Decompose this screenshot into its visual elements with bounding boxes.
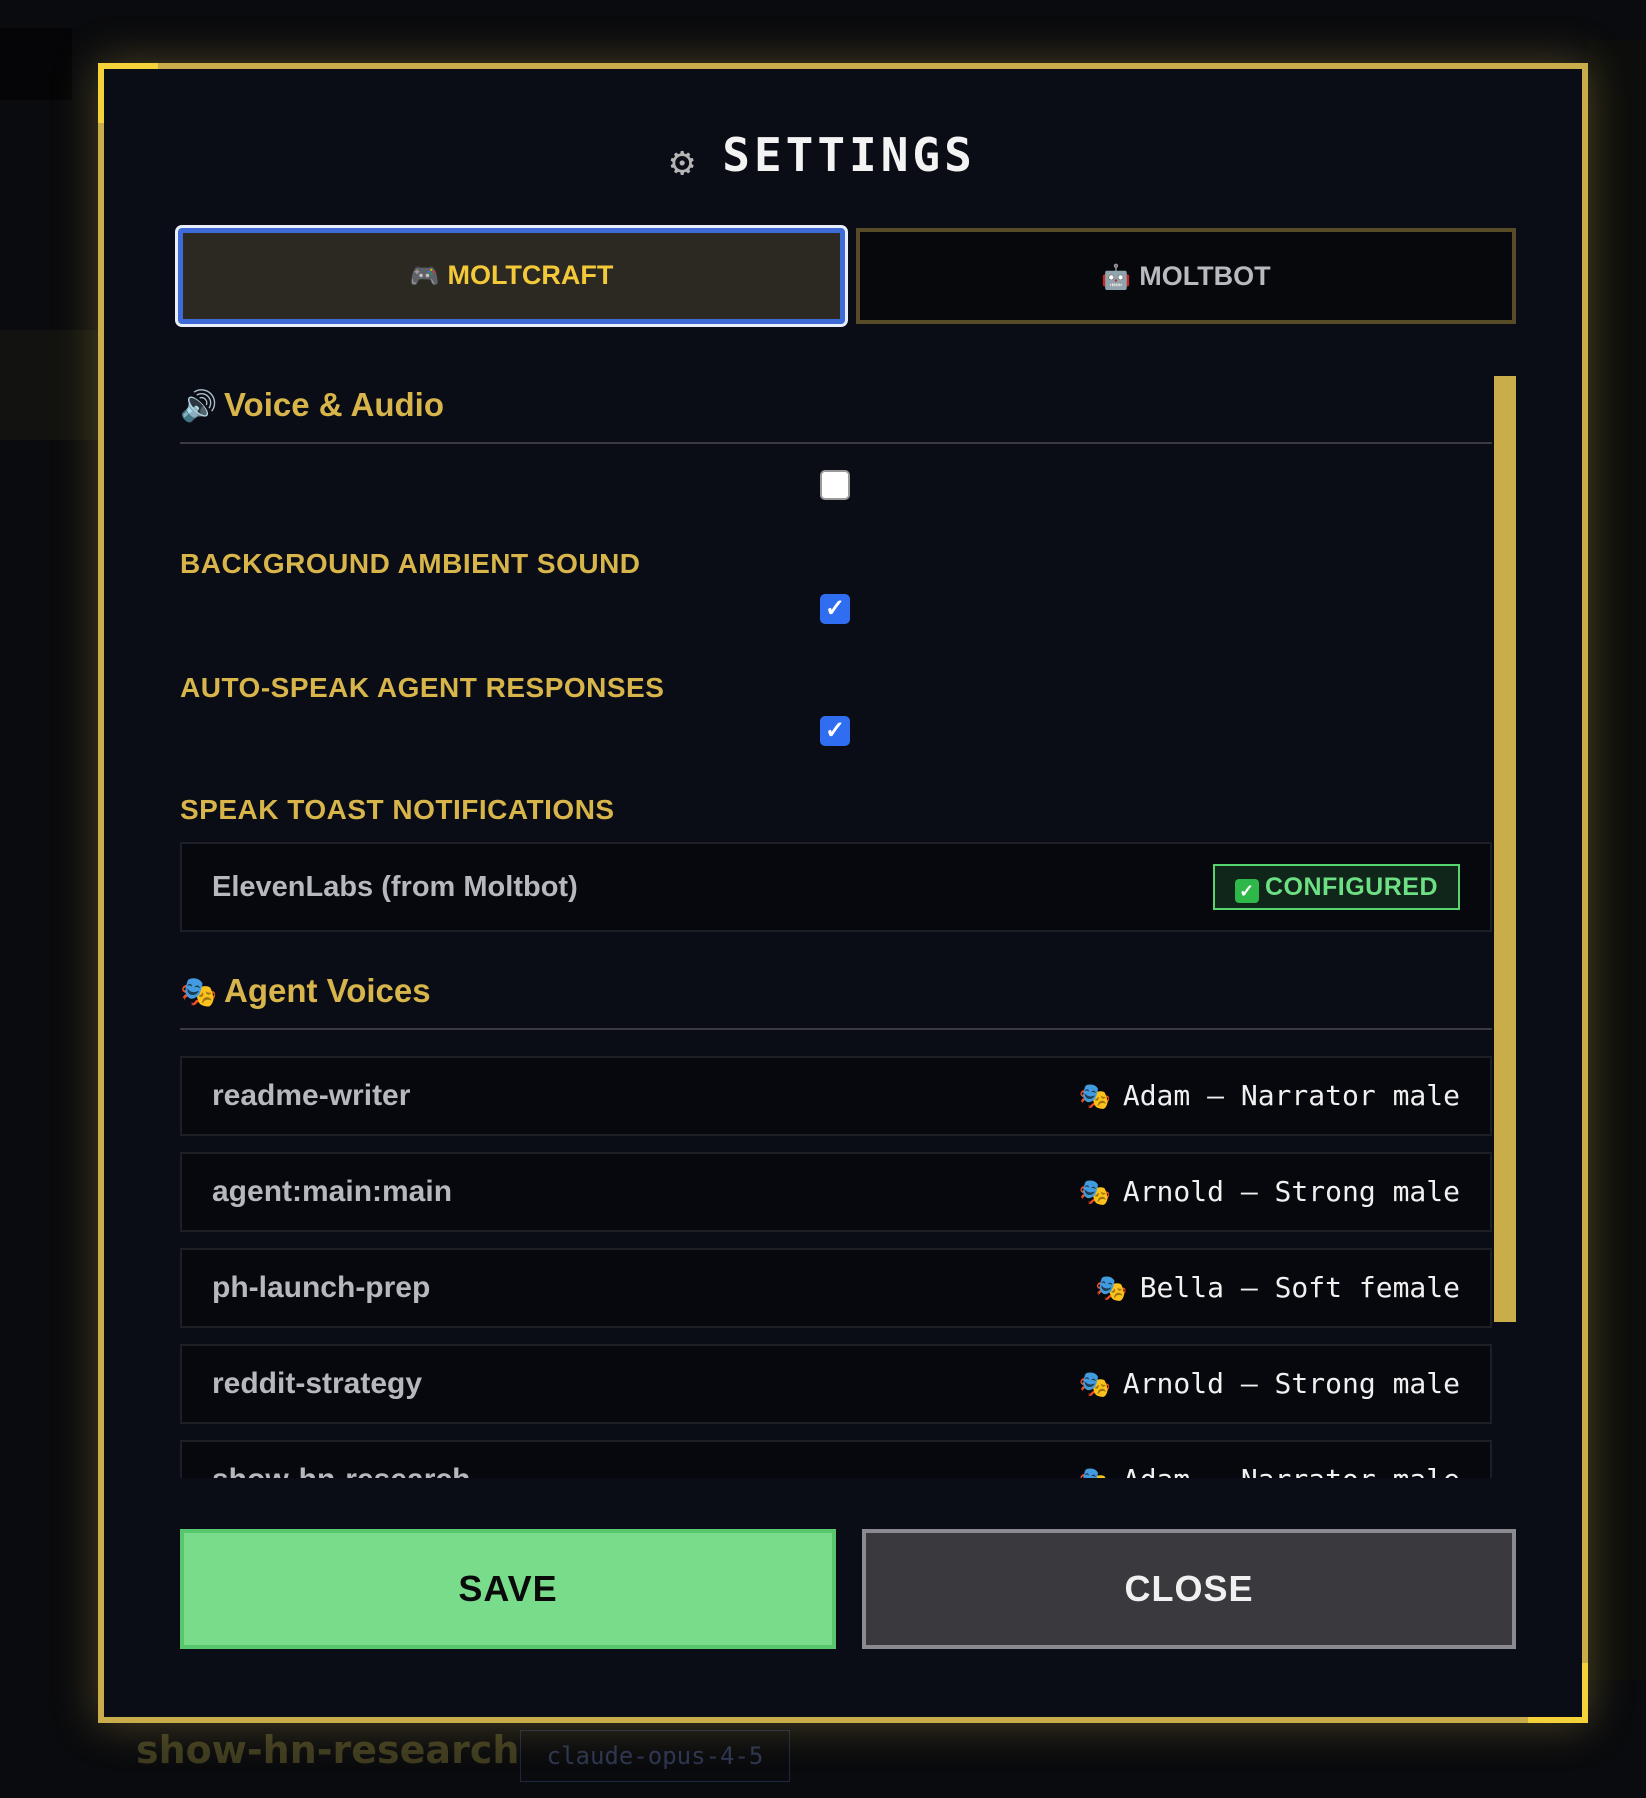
background-ambient-sound-checkbox[interactable] (820, 470, 850, 500)
theater-masks-icon: 🎭 (1078, 1370, 1111, 1400)
agent-name: agent:main:main (212, 1175, 453, 1208)
agent-name: readme-writer (212, 1079, 411, 1112)
tab-moltcraft-label: MOLTCRAFT (447, 260, 614, 290)
voice-name: Adam — Narrator male (1123, 1463, 1460, 1478)
agent-name: show-hn-research (212, 1442, 470, 1478)
voice-selector[interactable]: 🎭 Adam — Narrator male (1078, 1442, 1460, 1478)
status-badge-text: CONFIGURED (1264, 873, 1438, 901)
modal-title: ⚙ SETTINGS (0, 128, 1646, 185)
voice-name: Adam — Narrator male (1122, 1079, 1460, 1112)
theater-masks-icon: 🎭 (1078, 1082, 1111, 1112)
theater-masks-icon: 🎭 (1078, 1443, 1110, 1478)
voice-selector[interactable]: 🎭 Arnold — Strong male (1078, 1154, 1460, 1231)
voice-name: Bella — Soft female (1139, 1271, 1460, 1304)
save-button[interactable]: SAVE (180, 1529, 836, 1649)
modal-corner-decoration (1582, 1663, 1588, 1723)
provider-label: ElevenLabs (from Moltbot) (212, 871, 578, 903)
setting-label: AUTO-SPEAK AGENT RESPONSES (180, 672, 665, 703)
section-title-text: Agent Voices (224, 972, 431, 1009)
checkmark-icon: ✓ (824, 595, 846, 622)
elevenlabs-status-panel: ElevenLabs (from Moltbot) ✓ CONFIGURED (180, 842, 1492, 932)
background-panel (0, 28, 72, 100)
agent-name: reddit-strategy (212, 1367, 423, 1400)
close-button[interactable]: CLOSE (862, 1529, 1516, 1649)
setting-auto-speak-agent-responses: ✓ AUTO-SPEAK AGENT RESPONSES (180, 594, 1180, 704)
section-header-voice-audio: 🔊 Voice & Audio (180, 370, 1492, 444)
voice-name: Arnold — Strong male (1122, 1175, 1460, 1208)
background-model-badge: claude-opus-4-5 (520, 1730, 790, 1782)
modal-title-text: SETTINGS (722, 128, 976, 182)
tab-moltbot[interactable]: 🤖 MOLTBOT (856, 228, 1516, 324)
setting-speak-toast-notifications: ✓ SPEAK TOAST NOTIFICATIONS (180, 716, 1180, 826)
check-icon: ✓ (1234, 879, 1259, 903)
theater-masks-icon: 🎭 (180, 976, 218, 1009)
section-header-agent-voices: 🎭 Agent Voices (180, 956, 1492, 1030)
auto-speak-agent-responses-checkbox[interactable]: ✓ (820, 594, 850, 624)
speak-toast-notifications-checkbox[interactable]: ✓ (820, 716, 850, 746)
robot-icon: 🤖 (1101, 264, 1132, 291)
section-title: 🎭 Agent Voices (180, 972, 431, 1009)
modal-corner-decoration (98, 63, 104, 123)
section-title-text: Voice & Audio (224, 386, 445, 423)
background-panel (1588, 40, 1646, 1680)
setting-label: BACKGROUND AMBIENT SOUND (180, 548, 641, 579)
background-panel (0, 330, 98, 440)
settings-scroll-area[interactable]: 🔊 Voice & Audio BACKGROUND AMBIENT SOUND … (180, 370, 1492, 1478)
gear-icon: ⚙ (670, 139, 699, 185)
speaker-icon: 🔊 (180, 390, 218, 423)
status-badge: ✓ CONFIGURED (1212, 864, 1460, 910)
agent-voice-row[interactable]: show-hn-research 🎭 Adam — Narrator male (180, 1440, 1492, 1478)
checkmark-icon: ✓ (824, 717, 846, 744)
agent-voice-row[interactable]: readme-writer 🎭 Adam — Narrator male (180, 1056, 1492, 1136)
modal-corner-decoration (98, 63, 158, 69)
agent-voice-row[interactable]: ph-launch-prep 🎭 Bella — Soft female (180, 1248, 1492, 1328)
setting-label: SPEAK TOAST NOTIFICATIONS (180, 794, 615, 825)
voice-name: Arnold — Strong male (1122, 1367, 1460, 1400)
agent-voice-row[interactable]: agent:main:main 🎭 Arnold — Strong male (180, 1152, 1492, 1232)
agent-name: ph-launch-prep (212, 1271, 431, 1304)
voice-selector[interactable]: 🎭 Bella — Soft female (1095, 1250, 1460, 1327)
theater-masks-icon: 🎭 (1078, 1178, 1111, 1208)
theater-masks-icon: 🎭 (1095, 1274, 1128, 1304)
scrollbar-thumb[interactable] (1494, 376, 1516, 1322)
section-title: 🔊 Voice & Audio (180, 386, 444, 423)
background-session-title: show-hn-research (136, 1728, 520, 1772)
gamepad-icon: 🎮 (409, 263, 440, 290)
tab-moltbot-label: MOLTBOT (1139, 261, 1271, 291)
modal-corner-decoration (1528, 1717, 1588, 1723)
tab-moltcraft[interactable]: 🎮 MOLTCRAFT (178, 228, 845, 324)
agent-voice-row[interactable]: reddit-strategy 🎭 Arnold — Strong male (180, 1344, 1492, 1424)
setting-background-ambient-sound: BACKGROUND AMBIENT SOUND (180, 470, 1180, 580)
voice-selector[interactable]: 🎭 Adam — Narrator male (1078, 1058, 1460, 1135)
voice-selector[interactable]: 🎭 Arnold — Strong male (1078, 1346, 1460, 1423)
